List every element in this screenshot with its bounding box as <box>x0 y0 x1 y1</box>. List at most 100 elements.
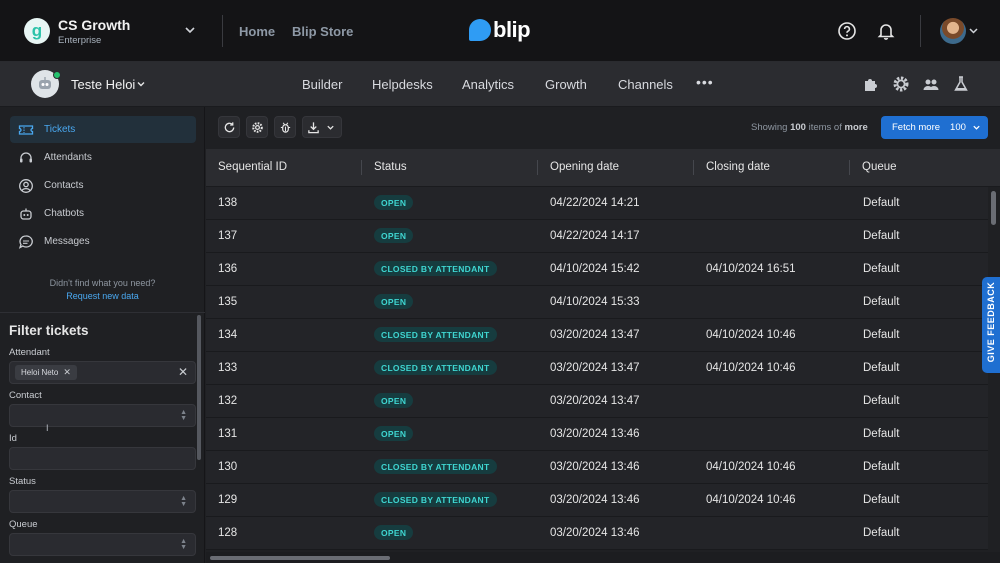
table-row[interactable]: 130 CLOSED BY ATTENDANT 03/20/2024 13:46 04… <box>206 451 988 484</box>
chevron-down-icon[interactable] <box>968 25 979 36</box>
column-header-sequential-id[interactable]: Sequential ID <box>218 161 287 173</box>
request-new-data-link[interactable]: Request new data <box>0 291 205 301</box>
status-field[interactable]: ▲ ▼ <box>9 490 196 513</box>
table-row[interactable]: 131 OPEN 03/20/2024 13:46 Default <box>206 418 988 451</box>
bot-name[interactable]: Teste Heloi <box>71 77 135 92</box>
puzzle-icon[interactable] <box>862 75 880 93</box>
fetch-more-button[interactable]: Fetch more 100 <box>881 116 988 139</box>
top-bar: g CS Growth Enterprise Home Blip Store b… <box>0 0 1000 62</box>
attendant-field[interactable]: Heloi Neto ✕ ✕ <box>9 361 196 384</box>
table-row[interactable]: 128 OPEN 03/20/2024 13:46 Default <box>206 517 988 550</box>
chevron-down-icon[interactable] <box>183 23 197 37</box>
column-divider[interactable] <box>849 160 850 175</box>
column-header-closing-date[interactable]: Closing date <box>706 161 770 173</box>
settings-icon <box>251 121 263 133</box>
cell-queue: Default <box>863 527 900 539</box>
blip-logo[interactable]: blip <box>469 17 531 43</box>
sidebar-item-chatbots[interactable]: Chatbots <box>10 200 196 227</box>
scroll-thumb[interactable] <box>991 191 996 225</box>
status-badge: CLOSED BY ATTENDANT <box>374 459 497 474</box>
avatar[interactable] <box>940 18 966 44</box>
nav-helpdesks[interactable]: Helpdesks <box>372 77 433 92</box>
sidebar-item-label: Contacts <box>44 180 84 191</box>
column-header-opening-date[interactable]: Opening date <box>550 161 619 173</box>
org-plan: Enterprise <box>58 35 102 46</box>
cell-closing-date: 04/10/2024 16:51 <box>706 263 796 275</box>
status-badge: OPEN <box>374 393 414 408</box>
clear-icon[interactable]: ✕ <box>178 365 188 379</box>
sidebar-item-label: Attendants <box>44 152 92 163</box>
cell-sequential-id: 135 <box>218 296 238 308</box>
feedback-label: GIVE FEEDBACK <box>986 281 996 363</box>
refresh-button[interactable] <box>218 116 240 138</box>
sidebar-item-contacts[interactable]: Contacts <box>10 172 196 199</box>
sidebar-item-messages[interactable]: Messages <box>10 228 196 255</box>
cell-queue: Default <box>863 230 900 242</box>
nav-analytics[interactable]: Analytics <box>462 77 514 92</box>
divider <box>920 15 921 47</box>
download-button[interactable] <box>302 116 342 138</box>
message-icon <box>18 234 33 249</box>
nav-home[interactable]: Home <box>239 24 275 39</box>
more-options-icon[interactable]: ••• <box>696 74 714 90</box>
status-badge: OPEN <box>374 195 414 210</box>
attendant-chip: Heloi Neto ✕ <box>15 365 77 380</box>
help-circle-icon[interactable] <box>837 21 857 41</box>
nav-growth[interactable]: Growth <box>545 77 587 92</box>
chevron-down-icon[interactable] <box>972 123 981 132</box>
contact-field[interactable]: ▲ ▼ <box>9 404 196 427</box>
blip-bubble-icon <box>469 19 491 41</box>
table-row[interactable]: 129 CLOSED BY ATTENDANT 03/20/2024 13:46 04… <box>206 484 988 517</box>
org-logo[interactable]: g <box>24 18 50 44</box>
table-horizontal-scrollbar[interactable] <box>206 552 1000 563</box>
id-field[interactable] <box>9 447 196 470</box>
attendant-label: Attendant <box>9 347 50 358</box>
gear-icon[interactable] <box>892 75 910 93</box>
column-divider[interactable] <box>693 160 694 175</box>
chip-remove-icon[interactable]: ✕ <box>63 367 71 378</box>
table-row[interactable]: 132 OPEN 03/20/2024 13:47 Default <box>206 385 988 418</box>
cell-queue: Default <box>863 197 900 209</box>
bug-icon <box>280 122 290 133</box>
table-row[interactable]: 133 CLOSED BY ATTENDANT 03/20/2024 13:47 04… <box>206 352 988 385</box>
settings-button[interactable] <box>246 116 268 138</box>
sidebar-scrollbar[interactable] <box>197 315 201 460</box>
divider <box>0 312 205 313</box>
status-badge: OPEN <box>374 426 414 441</box>
cell-sequential-id: 128 <box>218 527 238 539</box>
column-header-status[interactable]: Status <box>374 161 407 173</box>
table-row[interactable]: 134 CLOSED BY ATTENDANT 03/20/2024 13:47 04… <box>206 319 988 352</box>
bell-icon[interactable] <box>876 21 896 41</box>
cell-sequential-id: 136 <box>218 263 238 275</box>
table-header: Sequential ID Status Opening date Closin… <box>206 149 1000 187</box>
org-name[interactable]: CS Growth <box>58 17 130 33</box>
nav-channels[interactable]: Channels <box>618 77 673 92</box>
nav-builder[interactable]: Builder <box>302 77 342 92</box>
cell-opening-date: 04/22/2024 14:21 <box>550 197 640 209</box>
contact-label: Contact <box>9 390 42 401</box>
queue-field[interactable]: ▲ ▼ <box>9 533 196 556</box>
table-row[interactable]: 137 OPEN 04/22/2024 14:17 Default <box>206 220 988 253</box>
cell-queue: Default <box>863 395 900 407</box>
column-divider[interactable] <box>361 160 362 175</box>
sidebar-item-tickets[interactable]: Tickets <box>10 116 196 143</box>
flask-icon[interactable] <box>952 75 970 93</box>
status-badge: CLOSED BY ATTENDANT <box>374 360 497 375</box>
scroll-thumb[interactable] <box>210 556 390 560</box>
chevron-down-icon[interactable] <box>136 79 146 89</box>
nav-blip-store[interactable]: Blip Store <box>292 24 353 39</box>
table-row[interactable]: 138 OPEN 04/22/2024 14:21 Default <box>206 187 988 220</box>
column-header-queue[interactable]: Queue <box>862 161 897 173</box>
table-row[interactable]: 136 CLOSED BY ATTENDANT 04/10/2024 15:42 04… <box>206 253 988 286</box>
sidebar-item-label: Tickets <box>44 124 76 135</box>
debug-button[interactable] <box>274 116 296 138</box>
column-divider[interactable] <box>537 160 538 175</box>
id-label: Id <box>9 433 17 444</box>
table-row[interactable]: 135 OPEN 04/10/2024 15:33 Default <box>206 286 988 319</box>
refresh-icon <box>224 121 234 132</box>
give-feedback-button[interactable]: GIVE FEEDBACK <box>982 277 1000 373</box>
help-text: Didn't find what you need? <box>49 278 156 288</box>
filter-title: Filter tickets <box>9 323 89 338</box>
sidebar-item-attendants[interactable]: Attendants <box>10 144 196 171</box>
users-icon[interactable] <box>922 75 940 93</box>
